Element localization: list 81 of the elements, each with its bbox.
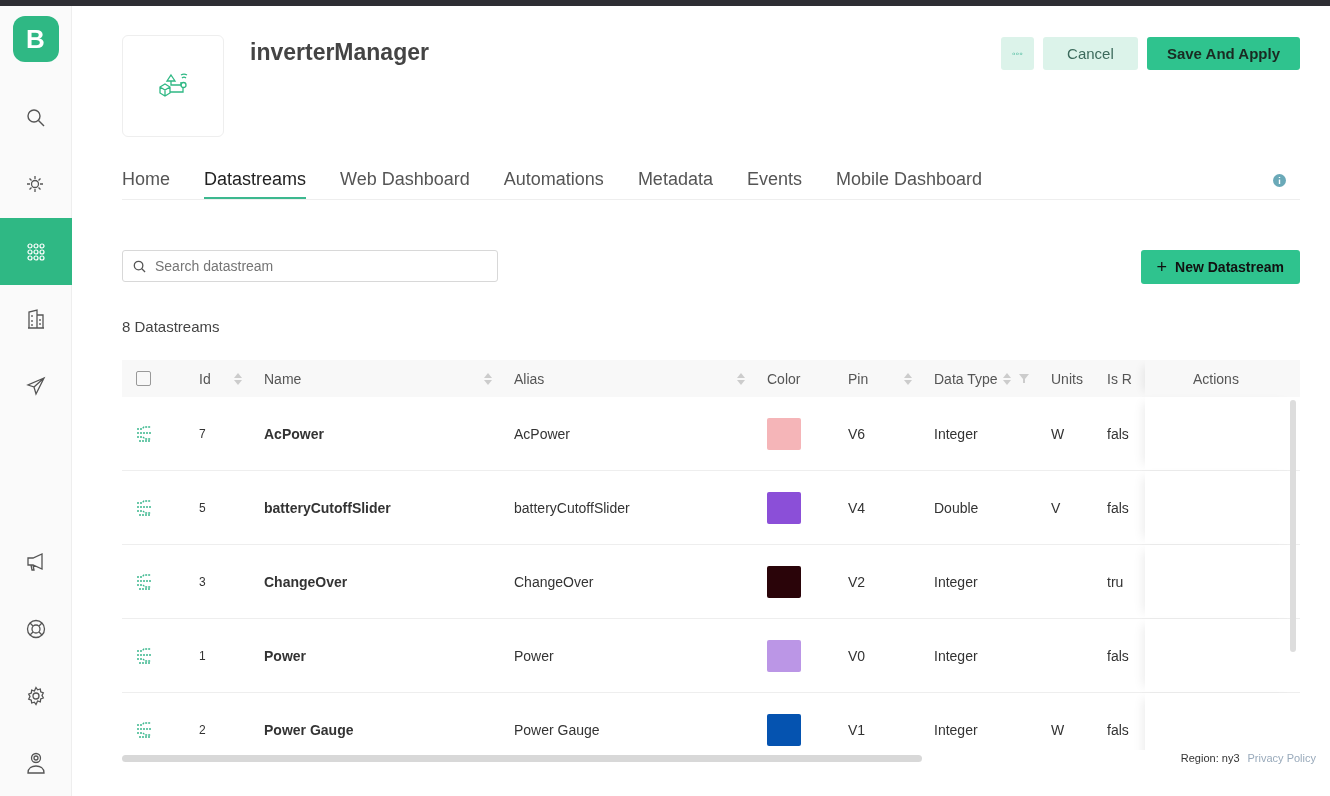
save-button[interactable]: Save And Apply — [1146, 37, 1300, 70]
table-cell: AcPower — [264, 425, 324, 442]
sidebar-item[interactable] — [0, 218, 72, 285]
table-cell: Double — [934, 499, 979, 516]
sort-icon[interactable] — [1003, 372, 1011, 385]
table-cell: AcPower — [514, 425, 571, 442]
info-icon[interactable] — [1273, 173, 1286, 187]
table-cell: tru — [1107, 573, 1124, 590]
table-cell: Integer — [934, 425, 978, 442]
product-title: inverterManager — [250, 39, 430, 66]
tab[interactable]: Events — [746, 161, 802, 199]
table-cell: 3 — [199, 574, 206, 589]
column-header: Id — [199, 370, 211, 387]
datastream-icon — [136, 499, 152, 516]
table-cell: Power — [264, 647, 306, 664]
building-icon — [26, 308, 45, 329]
table-cell: W — [1051, 721, 1065, 738]
tab[interactable]: Metadata — [637, 161, 713, 199]
table-cell: ChangeOver — [514, 573, 594, 590]
table-cell: batteryCutoffSlider — [514, 499, 630, 516]
tab[interactable]: Web Dashboard — [340, 161, 470, 199]
datastream-icon — [136, 647, 152, 664]
table-cell: ChangeOver — [264, 573, 348, 590]
table-cell: fals — [1107, 647, 1129, 664]
send-icon — [25, 375, 46, 396]
datastream-icon — [136, 573, 152, 590]
table-cell: V6 — [848, 425, 866, 442]
sort-icon[interactable] — [904, 372, 912, 385]
column-header: Name — [264, 370, 302, 387]
table-cell: Power Gauge — [514, 721, 600, 738]
scrollbar[interactable] — [1290, 400, 1296, 652]
scrollbar[interactable] — [122, 754, 922, 762]
table-cell: Integer — [934, 647, 978, 664]
table-cell: 1 — [199, 648, 206, 663]
sort-icon[interactable] — [234, 372, 242, 385]
table-cell: Power Gauge — [264, 721, 354, 738]
datastream-icon — [136, 721, 152, 738]
settings-icon — [25, 685, 46, 706]
search-field[interactable]: Search datastream — [122, 250, 498, 282]
megaphone-icon — [25, 551, 46, 572]
table-cell: 2 — [199, 722, 206, 737]
table-cell: fals — [1107, 499, 1129, 516]
table-cell: fals — [1107, 721, 1129, 738]
table-cell: 5 — [199, 500, 206, 515]
sort-icon[interactable] — [737, 372, 745, 385]
column-header: Alias — [514, 370, 545, 387]
column-header: Actions — [1193, 370, 1239, 387]
column-header: Units — [1051, 370, 1083, 387]
tab[interactable]: Automations — [503, 161, 604, 199]
sun-icon — [25, 174, 46, 195]
select-all-checkbox[interactable] — [136, 371, 151, 386]
column-header: Is R — [1107, 370, 1132, 387]
table-cell: V2 — [848, 573, 866, 590]
column-header: Data Type — [934, 370, 998, 387]
filter-icon[interactable] — [1019, 374, 1029, 383]
tab[interactable]: Datastreams — [204, 161, 307, 199]
table-cell: V4 — [848, 499, 866, 516]
column-header: Color — [767, 370, 801, 387]
column-header: Pin — [848, 370, 869, 387]
table-cell: Integer — [934, 721, 978, 738]
table-cell: V1 — [848, 721, 866, 738]
table-cell: 7 — [199, 426, 206, 441]
table-cell: Integer — [934, 573, 978, 590]
search-icon — [25, 107, 46, 128]
table-cell: batteryCutoffSlider — [264, 499, 391, 516]
new-datastream-button[interactable]: + New Datastream — [1140, 250, 1300, 284]
grid-icon — [26, 242, 45, 261]
tab[interactable]: Mobile Dashboard — [835, 161, 983, 199]
datastream-icon — [136, 425, 152, 442]
table-cell: Power — [514, 647, 554, 664]
region-label: Region: ny3 — [1180, 752, 1240, 764]
cancel-button[interactable]: Cancel — [1042, 37, 1138, 70]
user-icon — [25, 751, 46, 774]
sort-icon[interactable] — [484, 372, 492, 385]
table-cell: V0 — [848, 647, 866, 664]
table-cell: fals — [1107, 425, 1129, 442]
table-cell: V — [1051, 499, 1061, 516]
tab[interactable]: Home — [122, 161, 170, 199]
datastream-count: 8 Datastreams — [122, 318, 221, 335]
lifebuoy-icon — [25, 618, 46, 639]
table-cell: W — [1051, 425, 1065, 442]
